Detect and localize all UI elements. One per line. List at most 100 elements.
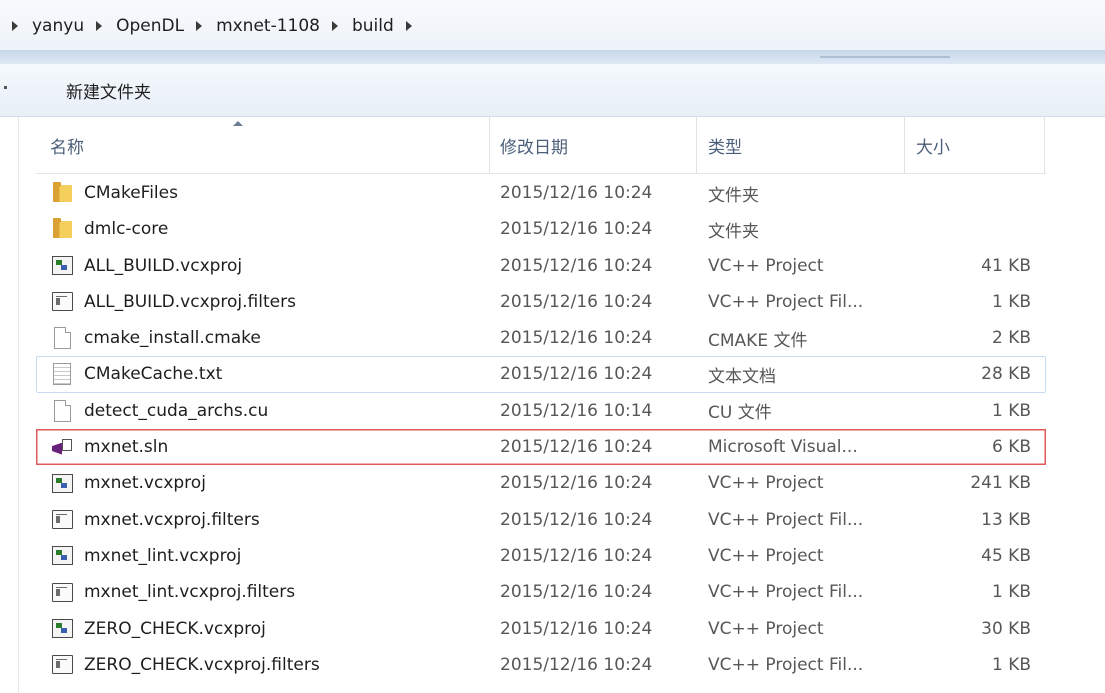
file-size: 28 KB (981, 364, 1031, 385)
file-row[interactable]: ZERO_CHECK.vcxproj 2015/12/16 10:24 VC++… (36, 611, 1046, 647)
folder-icon (52, 217, 72, 238)
file-modified: 2015/12/16 10:24 (500, 219, 653, 240)
chevron-right-icon[interactable] (12, 21, 18, 31)
file-name: ZERO_CHECK.vcxproj (84, 618, 266, 639)
file-name: dmlc-core (84, 219, 169, 240)
file-name: CMakeCache.txt (84, 364, 223, 385)
file-modified: 2015/12/16 10:24 (500, 654, 653, 675)
file-type: 文件夹 (708, 185, 759, 206)
file-name: mxnet.vcxproj (84, 473, 206, 494)
file-type: VC++ Project Fil... (708, 291, 864, 312)
file-row[interactable]: ALL_BUILD.vcxproj.filters 2015/12/16 10:… (36, 284, 1046, 320)
file-size: 2 KB (991, 328, 1031, 349)
file-type: VC++ Project (708, 618, 824, 639)
filters-icon (51, 510, 73, 530)
file-modified: 2015/12/16 10:24 (500, 509, 653, 530)
file-type: VC++ Project Fil... (708, 654, 864, 675)
file-row[interactable]: mxnet_lint.vcxproj.filters 2015/12/16 10… (36, 574, 1046, 610)
file-name: mxnet_lint.vcxproj (84, 545, 242, 566)
breadcrumb-item-mxnet[interactable]: mxnet-1108 (216, 16, 320, 36)
file-size: 1 KB (991, 400, 1031, 421)
column-header-modified[interactable]: 修改日期 (500, 117, 568, 173)
file-name: CMakeFiles (84, 183, 178, 203)
column-resize-handle[interactable] (696, 117, 697, 173)
file-modified: 2015/12/16 10:24 (500, 545, 653, 566)
file-icon (53, 399, 71, 422)
column-resize-handle[interactable] (489, 117, 490, 173)
text-file-icon (53, 363, 71, 386)
file-row[interactable]: ZERO_CHECK.vcxproj.filters 2015/12/16 10… (36, 647, 1046, 683)
file-row[interactable]: cmake_install.cmake 2015/12/16 10:24 CMA… (36, 320, 1046, 356)
solution-icon (52, 438, 72, 457)
column-resize-handle[interactable] (1044, 117, 1045, 173)
file-type: VC++ Project Fil... (708, 582, 864, 603)
file-size (906, 175, 1031, 211)
file-name: mxnet.vcxproj.filters (84, 509, 260, 530)
file-modified: 2015/12/16 10:24 (500, 437, 653, 458)
filters-icon (51, 582, 73, 602)
new-folder-button[interactable]: 新建文件夹 (66, 78, 151, 103)
file-size: 45 KB (981, 545, 1031, 566)
breadcrumb-item-yanyu[interactable]: yanyu (32, 16, 84, 36)
vcxproj-icon (51, 619, 73, 639)
sort-ascending-icon (233, 121, 243, 126)
file-modified: 2015/12/16 10:24 (500, 328, 653, 349)
file-name: mxnet.sln (84, 437, 169, 458)
nav-pane-edge (18, 117, 19, 693)
file-name: ALL_BUILD.vcxproj.filters (84, 291, 296, 312)
file-size: 1 KB (991, 654, 1031, 675)
file-modified: 2015/12/16 10:24 (500, 618, 653, 639)
column-header-name[interactable]: 名称 (50, 117, 84, 173)
folder-icon (52, 181, 72, 202)
file-modified: 2015/12/16 10:14 (500, 400, 653, 421)
file-row[interactable]: detect_cuda_archs.cu 2015/12/16 10:14 CU… (36, 393, 1046, 429)
file-row[interactable]: mxnet_lint.vcxproj 2015/12/16 10:24 VC++… (36, 538, 1046, 574)
chevron-right-icon[interactable] (405, 21, 412, 31)
vcxproj-icon (51, 546, 73, 566)
file-list: CMakeFiles 2015/12/16 10:24 文件夹 dmlc-cor… (36, 175, 1046, 683)
file-icon (53, 327, 71, 350)
filters-icon (51, 655, 73, 675)
file-type: VC++ Project Fil... (708, 509, 864, 530)
column-header-type[interactable]: 类型 (708, 117, 742, 173)
vcxproj-icon (51, 473, 73, 493)
chevron-right-icon[interactable] (196, 21, 203, 31)
file-type: 文件夹 (708, 221, 759, 242)
file-modified: 2015/12/16 10:24 (500, 183, 653, 203)
file-type: VC++ Project (708, 545, 824, 566)
file-name: ALL_BUILD.vcxproj (84, 255, 243, 276)
file-name: cmake_install.cmake (84, 328, 261, 349)
file-row[interactable]: dmlc-core 2015/12/16 10:24 文件夹 (36, 211, 1046, 247)
column-resize-handle[interactable] (904, 117, 905, 173)
chevron-right-icon[interactable] (331, 21, 338, 31)
file-size: 1 KB (991, 291, 1031, 312)
file-name: detect_cuda_archs.cu (84, 400, 269, 421)
file-modified: 2015/12/16 10:24 (500, 473, 653, 494)
file-modified: 2015/12/16 10:24 (500, 291, 653, 312)
file-size: 13 KB (981, 509, 1031, 530)
file-name: ZERO_CHECK.vcxproj.filters (84, 654, 320, 675)
file-modified: 2015/12/16 10:24 (500, 255, 653, 276)
file-row-hovered[interactable]: CMakeCache.txt 2015/12/16 10:24 文本文档 28 … (36, 356, 1046, 393)
file-row[interactable]: ALL_BUILD.vcxproj 2015/12/16 10:24 VC++ … (36, 248, 1046, 284)
file-size: 30 KB (981, 618, 1031, 639)
file-type: CMAKE 文件 (708, 330, 808, 351)
file-name: mxnet_lint.vcxproj.filters (84, 582, 296, 603)
file-size (906, 211, 1031, 247)
file-type: Microsoft Visual... (708, 437, 858, 458)
file-row-highlighted[interactable]: mxnet.sln 2015/12/16 10:24 Microsoft Vis… (36, 429, 1046, 465)
filters-icon (51, 292, 73, 312)
chevron-right-icon[interactable] (96, 21, 103, 31)
file-row[interactable]: CMakeFiles 2015/12/16 10:24 文件夹 (36, 175, 1046, 211)
file-size: 241 KB (970, 473, 1031, 494)
file-modified: 2015/12/16 10:24 (500, 582, 653, 603)
vcxproj-icon (51, 256, 73, 276)
column-header-size[interactable]: 大小 (916, 117, 950, 173)
address-bar[interactable]: yanyu OpenDL mxnet-1108 build (0, 0, 1105, 51)
file-modified: 2015/12/16 10:24 (500, 364, 653, 385)
file-row[interactable]: mxnet.vcxproj 2015/12/16 10:24 VC++ Proj… (36, 465, 1046, 501)
breadcrumb: yanyu OpenDL mxnet-1108 build (12, 15, 426, 37)
breadcrumb-item-build[interactable]: build (352, 16, 394, 36)
file-row[interactable]: mxnet.vcxproj.filters 2015/12/16 10:24 V… (36, 502, 1046, 538)
breadcrumb-item-opendl[interactable]: OpenDL (116, 16, 184, 36)
